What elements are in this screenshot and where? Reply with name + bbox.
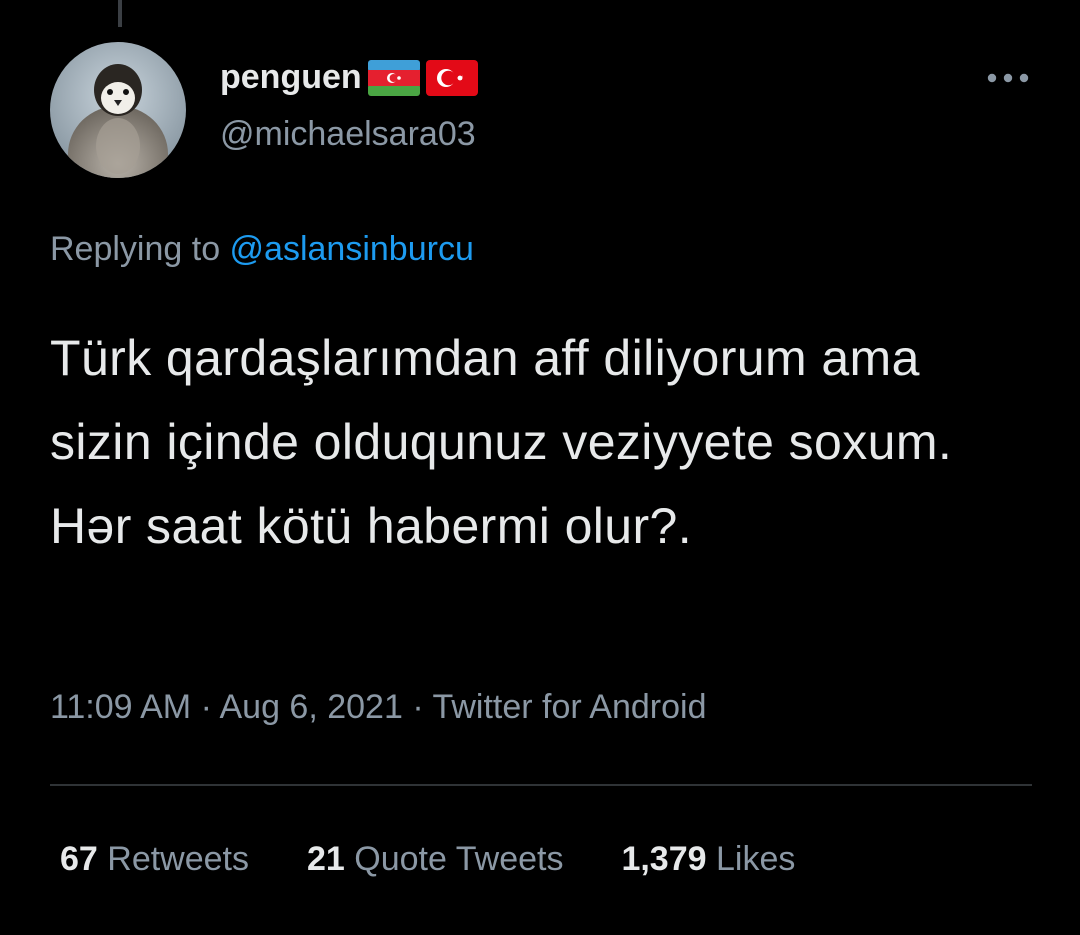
- retweets-count: 67: [60, 840, 98, 878]
- turkey-flag-icon: [425, 59, 478, 96]
- quote-tweets-count: 21: [307, 840, 345, 878]
- meta-separator: ·: [191, 688, 220, 726]
- more-options-button[interactable]: [980, 60, 1036, 96]
- more-dots-icon: [987, 73, 1029, 83]
- tweet-text: Türk qardaşlarımdan aff diliyorum ama si…: [50, 330, 953, 554]
- tweet-meta: 11:09 AM · Aug 6, 2021 · Twitter for And…: [50, 688, 707, 727]
- author-name-row[interactable]: penguen: [220, 58, 478, 97]
- divider: [50, 784, 1032, 786]
- avatar[interactable]: [50, 42, 186, 178]
- retweets-stat[interactable]: 67 Retweets: [60, 840, 249, 879]
- retweets-label: Retweets: [97, 840, 250, 878]
- display-name[interactable]: penguen: [220, 58, 362, 97]
- likes-stat[interactable]: 1,379 Likes: [621, 840, 795, 879]
- tweet-stats: 67 Retweets 21 Quote Tweets 1,379 Likes: [60, 840, 795, 879]
- meta-separator: ·: [402, 688, 433, 726]
- tweet-date[interactable]: Aug 6, 2021: [219, 688, 402, 726]
- tweet-time[interactable]: 11:09 AM: [50, 688, 191, 726]
- replying-to-label: Replying to: [50, 230, 230, 268]
- likes-count: 1,379: [621, 840, 707, 878]
- penguin-avatar-icon: [50, 42, 186, 178]
- replying-to-line: Replying to @aslansinburcu: [50, 230, 474, 269]
- thread-line: [118, 0, 122, 27]
- tweet-source[interactable]: Twitter for Android: [432, 688, 706, 726]
- author-handle[interactable]: @michaelsara03: [220, 115, 476, 154]
- quote-tweets-stat[interactable]: 21 Quote Tweets: [307, 840, 563, 879]
- quote-tweets-label: Quote Tweets: [344, 840, 564, 878]
- azerbaijan-flag-icon: [367, 59, 420, 96]
- reply-mention-link[interactable]: @aslansinburcu: [230, 230, 474, 268]
- likes-label: Likes: [706, 840, 796, 878]
